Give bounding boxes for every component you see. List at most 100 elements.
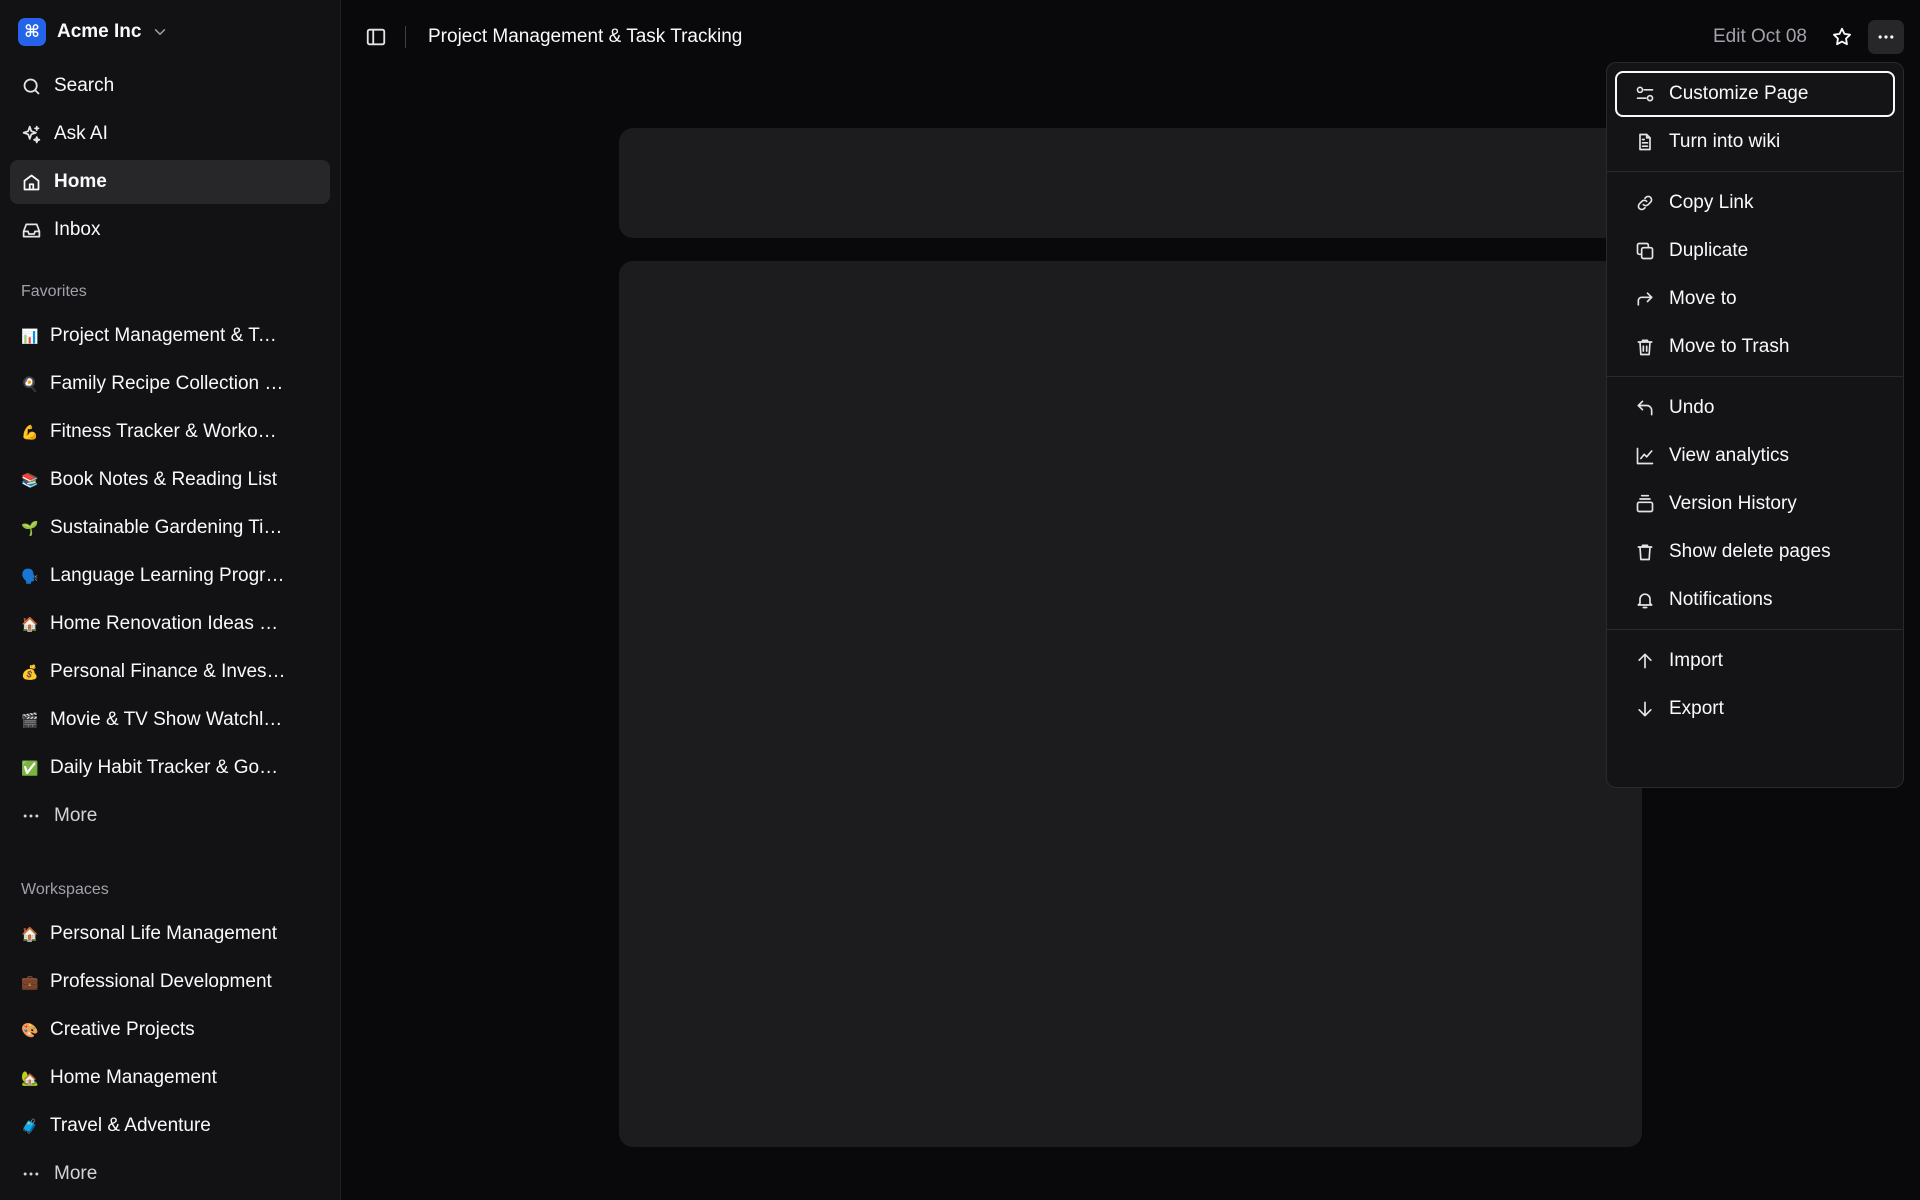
menu-item-label: View analytics xyxy=(1669,445,1790,466)
favorite-label: Home Renovation Ideas & Budget Tracker xyxy=(50,613,286,634)
favorite-item[interactable]: 🗣️ Language Learning Progress & Resources xyxy=(10,554,330,598)
gallery-stack-icon xyxy=(1635,494,1655,514)
menu-item-label: Version History xyxy=(1669,493,1797,514)
arrow-down-icon xyxy=(1635,699,1655,719)
menu-item-label: Show delete pages xyxy=(1669,541,1831,562)
page-emoji: 📚 xyxy=(21,471,39,488)
favorite-item[interactable]: 💰 Personal Finance & Investment Portfolio xyxy=(10,650,330,694)
more-horizontal-icon xyxy=(21,806,42,826)
menu-item-undo[interactable]: Undo xyxy=(1615,385,1895,431)
menu-item-label: Export xyxy=(1669,698,1724,719)
workspaces-more-button[interactable]: More xyxy=(10,1152,330,1196)
menu-item-import[interactable]: Import xyxy=(1615,638,1895,684)
inbox-icon xyxy=(21,220,42,241)
nav-item-search[interactable]: Search xyxy=(10,64,330,108)
skeleton-header-block xyxy=(619,128,1642,238)
favorite-label: Project Management & Task Tracking xyxy=(50,325,286,346)
nav-item-inbox[interactable]: Inbox xyxy=(10,208,330,252)
favorite-item[interactable]: 📊 Project Management & Task Tracking xyxy=(10,314,330,358)
workspace-item[interactable]: 🧳 Travel & Adventure xyxy=(10,1104,330,1148)
favorite-label: Sustainable Gardening Tips & Plant Care xyxy=(50,517,286,538)
favorite-item[interactable]: ✅ Daily Habit Tracker & Goal Setting xyxy=(10,746,330,790)
workspace-item[interactable]: 🎨 Creative Projects xyxy=(10,1008,330,1052)
more-actions-button[interactable] xyxy=(1868,20,1904,54)
menu-item-show-delete-pages[interactable]: Show delete pages xyxy=(1615,529,1895,575)
favorite-label: Daily Habit Tracker & Goal Setting xyxy=(50,757,286,778)
sidebar: ⌘ Acme Inc Search Ask AI Home Inbox Favo… xyxy=(0,0,341,1200)
trash-outline-icon xyxy=(1635,542,1655,562)
favorite-item[interactable]: 💪 Fitness Tracker & Workout Routines xyxy=(10,410,330,454)
favorite-item[interactable]: 📚 Book Notes & Reading List xyxy=(10,458,330,502)
more-label: More xyxy=(54,1163,98,1184)
menu-item-label: Move to Trash xyxy=(1669,336,1790,357)
search-icon xyxy=(21,76,42,97)
page-emoji: 🌱 xyxy=(21,519,39,536)
menu-item-label: Duplicate xyxy=(1669,240,1749,261)
page-emoji: 📊 xyxy=(21,327,39,344)
nav-item-home[interactable]: Home xyxy=(10,160,330,204)
team-logo: ⌘ xyxy=(18,18,46,46)
menu-item-label: Undo xyxy=(1669,397,1715,418)
menu-item-label: Customize Page xyxy=(1669,83,1809,104)
nav-item-label: Ask AI xyxy=(54,123,108,144)
nav-item-ask-ai[interactable]: Ask AI xyxy=(10,112,330,156)
workspace-item[interactable]: 💼 Professional Development xyxy=(10,960,330,1004)
workspaces-heading: Workspaces xyxy=(21,881,109,898)
favorites-more-button[interactable]: More xyxy=(10,794,330,838)
divider xyxy=(405,26,406,48)
chevron-down-icon xyxy=(151,23,169,41)
page-title: Project Management & Task Tracking xyxy=(428,26,743,47)
sparkles-icon xyxy=(21,124,42,145)
workspace-label: Home Management xyxy=(50,1067,217,1088)
page-emoji: 🍳 xyxy=(21,375,39,392)
page-actions-menu: Customize Page Turn into wiki Copy Link … xyxy=(1606,62,1904,788)
menu-separator xyxy=(1607,171,1903,172)
menu-item-turn-into-wiki[interactable]: Turn into wiki xyxy=(1615,119,1895,165)
menu-item-label: Copy Link xyxy=(1669,192,1754,213)
page-emoji: 🎬 xyxy=(21,711,39,728)
menu-item-copy-link[interactable]: Copy Link xyxy=(1615,180,1895,226)
favorites-list: 📊 Project Management & Task Tracking 🍳 Fam… xyxy=(10,314,330,842)
workspace-item[interactable]: 🏠 Personal Life Management xyxy=(10,912,330,956)
menu-item-customize-page[interactable]: Customize Page xyxy=(1615,71,1895,117)
bell-icon xyxy=(1635,590,1655,610)
workspace-label: Travel & Adventure xyxy=(50,1115,211,1136)
star-icon[interactable] xyxy=(1831,26,1853,48)
workspace-label: Personal Life Management xyxy=(50,923,278,944)
menu-separator xyxy=(1607,629,1903,630)
page-emoji: 💪 xyxy=(21,423,39,440)
menu-item-export[interactable]: Export xyxy=(1615,686,1895,732)
menu-item-move-to[interactable]: Move to xyxy=(1615,276,1895,322)
favorite-item[interactable]: 🎬 Movie & TV Show Watchlist with Reviews xyxy=(10,698,330,742)
workspace-emoji: 🎨 xyxy=(21,1021,39,1038)
arrow-up-icon xyxy=(1635,651,1655,671)
sidebar-toggle-icon[interactable] xyxy=(365,26,387,48)
nav-item-label: Search xyxy=(54,75,115,96)
team-name: Acme Inc xyxy=(57,21,142,42)
team-switcher[interactable]: ⌘ Acme Inc xyxy=(18,18,169,46)
favorite-item[interactable]: 🍳 Family Recipe Collection & Meal Plannin… xyxy=(10,362,330,406)
menu-item-view-analytics[interactable]: View analytics xyxy=(1615,433,1895,479)
menu-item-label: Move to xyxy=(1669,288,1737,309)
menu-item-move-to-trash[interactable]: Move to Trash xyxy=(1615,324,1895,370)
favorite-label: Movie & TV Show Watchlist with Reviews xyxy=(50,709,286,730)
page-emoji: 🗣️ xyxy=(21,567,39,584)
favorite-item[interactable]: 🌱 Sustainable Gardening Tips & Plant Care xyxy=(10,506,330,550)
workspace-emoji: 🏡 xyxy=(21,1069,39,1086)
menu-item-version-history[interactable]: Version History xyxy=(1615,481,1895,527)
file-text-icon xyxy=(1635,132,1655,152)
home-icon xyxy=(21,172,42,193)
line-chart-icon xyxy=(1635,446,1655,466)
favorite-item[interactable]: 🏠 Home Renovation Ideas & Budget Tracker xyxy=(10,602,330,646)
nav-item-label: Inbox xyxy=(54,219,101,240)
trash-icon xyxy=(1635,337,1655,357)
nav-item-label: Home xyxy=(54,171,107,192)
workspace-item[interactable]: 🏡 Home Management xyxy=(10,1056,330,1100)
menu-item-label: Import xyxy=(1669,650,1723,671)
menu-item-notifications[interactable]: Notifications xyxy=(1615,577,1895,623)
workspace-emoji: 🏠 xyxy=(21,925,39,942)
menu-item-duplicate[interactable]: Duplicate xyxy=(1615,228,1895,274)
page-emoji: 🏠 xyxy=(21,615,39,632)
favorites-heading: Favorites xyxy=(21,283,87,300)
page-emoji: ✅ xyxy=(21,759,39,776)
